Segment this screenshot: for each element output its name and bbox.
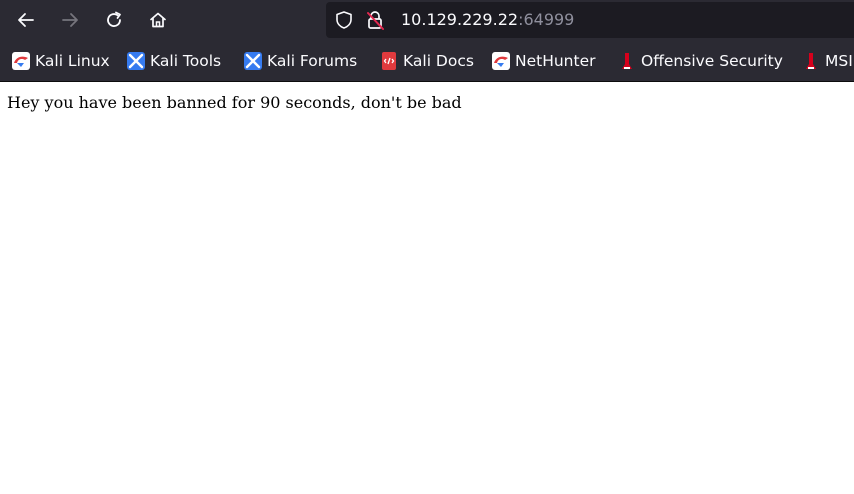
ban-message: Hey you have been banned for 90 seconds,… xyxy=(7,93,462,112)
forward-button[interactable] xyxy=(56,6,84,34)
bookmark-nethunter[interactable]: NetHunter xyxy=(492,50,596,72)
home-button[interactable] xyxy=(144,6,172,34)
bookmark-label: Offensive Security xyxy=(641,52,783,70)
bookmark-label: NetHunter xyxy=(515,52,596,70)
bookmark-offensive-security[interactable]: Offensive Security xyxy=(618,50,783,72)
reload-icon xyxy=(107,11,121,27)
offsec-icon xyxy=(622,53,632,69)
kali-tools-icon xyxy=(127,52,145,70)
bookmark-label: MSI xyxy=(825,52,853,70)
bookmark-kali-linux[interactable]: Kali Linux xyxy=(12,50,110,72)
tracking-protection-shield-icon[interactable] xyxy=(334,10,354,30)
address-bar[interactable]: 10.129.229.22:64999 xyxy=(326,2,854,38)
url-text[interactable]: 10.129.229.22:64999 xyxy=(401,10,574,30)
nethunter-icon xyxy=(492,52,510,70)
browser-toolbar: 10.129.229.22:64999 xyxy=(0,0,854,40)
insecure-lock-icon[interactable] xyxy=(364,9,386,31)
forward-arrow-icon xyxy=(62,13,78,27)
bookmark-label: Kali Forums xyxy=(267,52,358,70)
back-button[interactable] xyxy=(12,6,40,34)
bookmark-label: Kali Tools xyxy=(150,52,222,70)
kali-dragon-icon xyxy=(12,52,30,70)
back-arrow-icon xyxy=(18,13,34,27)
bookmark-kali-forums[interactable]: Kali Forums xyxy=(244,50,357,72)
msfu-icon xyxy=(806,53,816,69)
home-icon xyxy=(150,12,166,28)
bookmarks-toolbar: Kali Linux Kali Tools Kali Forums Kali D… xyxy=(0,40,854,82)
url-host: 10.129.229.22 xyxy=(401,10,519,29)
bookmark-label: Kali Linux xyxy=(35,52,110,70)
bookmark-label: Kali Docs xyxy=(403,52,474,70)
kali-docs-icon xyxy=(382,52,396,70)
url-port: :64999 xyxy=(518,10,575,29)
reload-button[interactable] xyxy=(100,6,128,34)
kali-forums-icon xyxy=(244,52,262,70)
bookmark-kali-tools[interactable]: Kali Tools xyxy=(127,50,221,72)
bookmark-kali-docs[interactable]: Kali Docs xyxy=(380,50,474,72)
bookmark-msfu[interactable]: MSI xyxy=(802,50,853,72)
